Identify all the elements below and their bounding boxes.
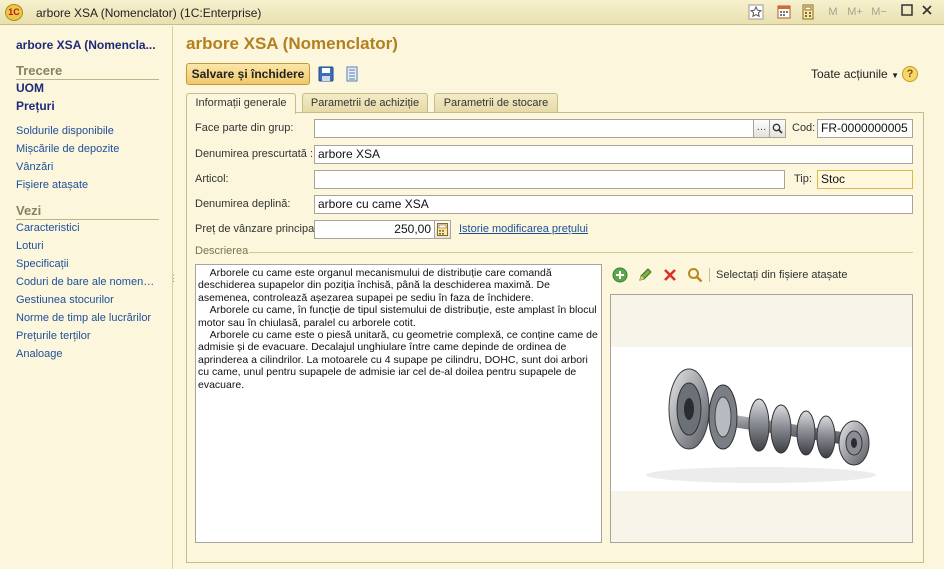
group-field[interactable]: [314, 119, 754, 138]
navigation-sidebar: arbore XSA (Nomencla... Trecere UOM Preț…: [0, 26, 178, 569]
sidebar-item-caracteristici[interactable]: Caracteristici: [16, 222, 158, 234]
delete-icon[interactable]: [662, 267, 680, 285]
all-actions-menu[interactable]: Toate acțiunile ▼: [811, 67, 899, 81]
sidebar-section-trecere: Trecere: [16, 63, 159, 80]
group-select-button[interactable]: …: [753, 119, 770, 138]
price-field[interactable]: 250,00: [314, 220, 435, 239]
sidebar-item-gestiunea[interactable]: Gestiunea stocurilor: [16, 294, 158, 306]
all-actions-label: Toate acțiunile: [811, 67, 888, 81]
full-name-field[interactable]: arbore cu came XSA: [314, 195, 913, 214]
description-divider: [249, 252, 913, 253]
toolbar-separator: [709, 268, 710, 282]
sidebar-title: arbore XSA (Nomencla...: [16, 38, 156, 52]
sidebar-item-loturi[interactable]: Loturi: [16, 240, 158, 252]
description-textarea[interactable]: Arborele cu came este organul mecanismul…: [195, 264, 602, 543]
image-viewer[interactable]: [610, 294, 913, 543]
maximize-icon[interactable]: [900, 4, 914, 21]
short-name-field[interactable]: arbore XSA: [314, 145, 913, 164]
camshaft-image: [611, 347, 912, 491]
tab-informatii-generale[interactable]: Informații generale: [186, 93, 296, 114]
memory-m-minus-button[interactable]: M−: [870, 4, 888, 21]
close-icon[interactable]: [920, 4, 934, 21]
tab-panel-general: Face parte din grup: … Cod: FR-000000000…: [186, 112, 924, 563]
tab-parametrii-stocare[interactable]: Parametrii de stocare: [434, 93, 558, 113]
description-legend: Descrierea: [195, 245, 249, 257]
type-field[interactable]: Stoc: [817, 170, 913, 189]
sidebar-item-vanzari[interactable]: Vânzări: [16, 161, 158, 173]
tab-parametrii-achizitie[interactable]: Parametrii de achiziție: [302, 93, 428, 113]
price-label: Preț de vânzare principal:: [195, 223, 320, 235]
memory-m-button[interactable]: M: [827, 4, 839, 21]
view-search-icon[interactable]: [687, 267, 705, 285]
edit-pencil-icon[interactable]: [637, 267, 655, 285]
full-name-label: Denumirea deplină:: [195, 198, 291, 210]
sidebar-item-norme[interactable]: Norme de timp ale lucrărilor: [16, 312, 158, 324]
select-from-attached-files-button[interactable]: Selectați din fișiere atașate: [716, 269, 847, 281]
code-field[interactable]: FR-0000000005: [817, 119, 913, 138]
sidebar-item-fisiere[interactable]: Fișiere atașate: [16, 179, 158, 191]
description-text: Arborele cu came este organul mecanismul…: [198, 267, 598, 391]
article-label: Articol:: [195, 173, 229, 185]
code-label: Cod:: [792, 122, 816, 134]
short-name-label: Denumirea prescurtată :: [195, 148, 313, 160]
sidebar-item-coduri-bare[interactable]: Coduri de bare ale nomencl...: [16, 276, 158, 288]
memory-m-plus-button[interactable]: M+: [846, 4, 864, 21]
sidebar-item-analoage[interactable]: Analoage: [16, 348, 158, 360]
type-label: Tip:: [794, 173, 812, 185]
document-list-icon[interactable]: [344, 66, 362, 84]
sidebar-section-vezi: Vezi: [16, 203, 159, 220]
help-icon[interactable]: ?: [902, 66, 918, 82]
article-field[interactable]: [314, 170, 785, 189]
sidebar-item-preturi[interactable]: Prețuri: [16, 99, 55, 113]
price-calculator-icon[interactable]: [434, 220, 451, 239]
main-content: arbore XSA (Nomenclator) Salvare și înch…: [174, 26, 944, 569]
group-label: Face parte din grup:: [195, 122, 294, 134]
calendar-icon[interactable]: [776, 4, 792, 21]
window-titlebar: 1С arbore XSA (Nomenclator) (1C:Enterpri…: [0, 0, 944, 25]
window-title: arbore XSA (Nomenclator) (1C:Enterprise): [36, 6, 262, 20]
app-logo-icon: 1С: [5, 4, 23, 21]
chevron-down-icon: ▼: [891, 71, 899, 80]
sidebar-item-soldurile[interactable]: Soldurile disponibile: [16, 125, 158, 137]
add-image-icon[interactable]: [612, 267, 630, 285]
sidebar-item-specificatii[interactable]: Specificații: [16, 258, 158, 270]
calculator-icon[interactable]: [800, 4, 816, 21]
sidebar-item-uom[interactable]: UOM: [16, 81, 44, 95]
sidebar-item-miscarile[interactable]: Mișcările de depozite: [16, 143, 158, 155]
sidebar-item-preturile-tertilor[interactable]: Prețurile terților: [16, 330, 158, 342]
group-search-icon[interactable]: [769, 119, 786, 138]
save-icon[interactable]: [318, 66, 336, 84]
favorites-star-icon[interactable]: [748, 4, 764, 21]
price-history-link[interactable]: Istorie modificarea prețului: [459, 223, 588, 235]
save-and-close-button[interactable]: Salvare și închidere: [186, 63, 310, 85]
page-title: arbore XSA (Nomenclator): [186, 34, 398, 53]
